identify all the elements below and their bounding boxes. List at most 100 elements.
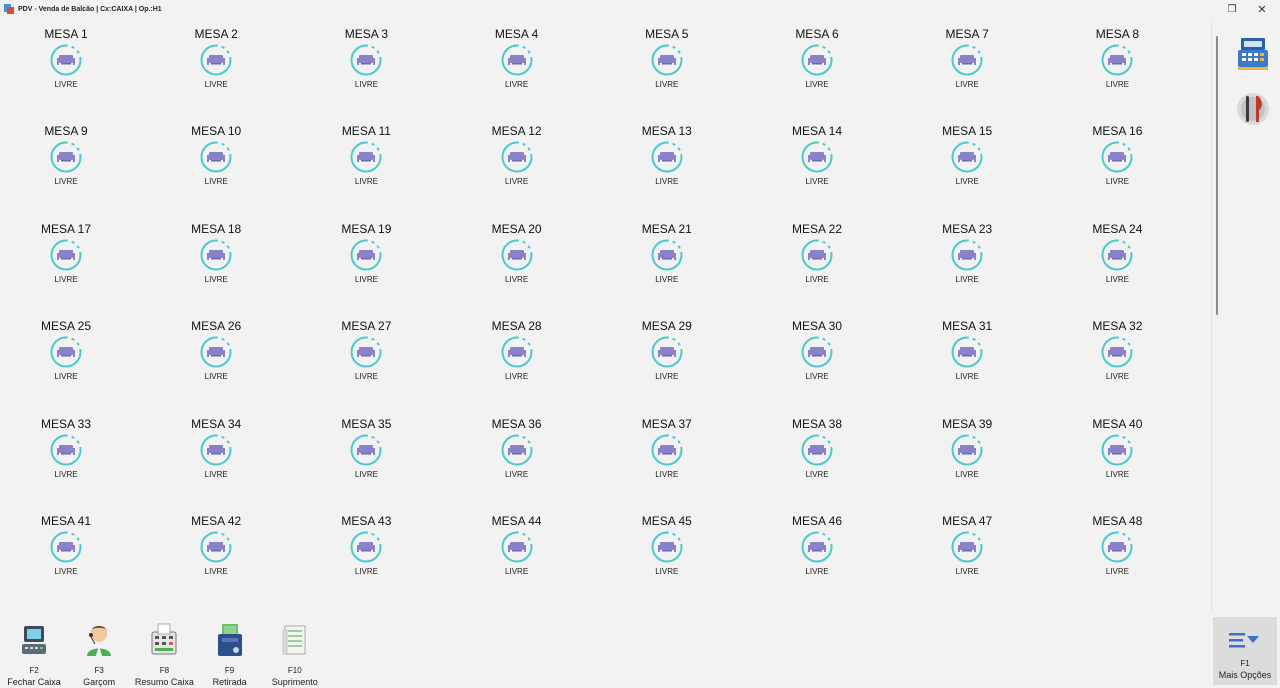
table-status: LIVRE xyxy=(354,372,378,382)
table-status: LIVRE xyxy=(805,274,829,284)
title-bar: PDV - Venda de Balcão | Cx:CAIXA | Op.:H… xyxy=(0,0,1280,18)
restore-button[interactable]: ❐ xyxy=(1218,0,1246,18)
table-tile[interactable]: MESA 5 LIVRE xyxy=(607,22,727,102)
table-tile[interactable]: MESA 32 LIVRE xyxy=(1057,314,1177,394)
table-status: LIVRE xyxy=(1105,469,1129,479)
table-tile[interactable]: MESA 46 LIVRE xyxy=(757,509,877,589)
table-status: LIVRE xyxy=(505,177,529,187)
function-key-f8[interactable]: F8 Resumo Caixa xyxy=(131,620,197,688)
table-tile[interactable]: MESA 15 LIVRE xyxy=(907,119,1027,199)
function-key-label: Retirada xyxy=(212,677,247,687)
table-icon xyxy=(801,239,833,271)
table-status: LIVRE xyxy=(805,177,829,187)
table-name: MESA 25 xyxy=(40,319,92,334)
table-icon xyxy=(951,141,983,173)
table-tile[interactable]: MESA 27 LIVRE xyxy=(306,314,426,394)
table-tile[interactable]: MESA 7 LIVRE xyxy=(907,22,1027,102)
function-key-code: F10 xyxy=(287,666,302,675)
table-status: LIVRE xyxy=(204,372,228,382)
vertical-scrollbar[interactable] xyxy=(1216,36,1218,315)
table-name: MESA 22 xyxy=(791,221,843,236)
table-icon xyxy=(350,141,382,173)
table-tile[interactable]: MESA 2 LIVRE xyxy=(156,22,276,102)
table-tile[interactable]: MESA 25 LIVRE xyxy=(6,314,126,394)
table-icon xyxy=(50,44,82,76)
table-icon xyxy=(50,531,82,563)
table-tile[interactable]: MESA 14 LIVRE xyxy=(757,119,877,199)
restaurant-button[interactable] xyxy=(1234,90,1272,128)
table-tile[interactable]: MESA 40 LIVRE xyxy=(1057,412,1177,492)
table-tile[interactable]: MESA 29 LIVRE xyxy=(607,314,727,394)
function-key-f10[interactable]: F10 Suprimento xyxy=(262,620,328,688)
table-tile[interactable]: MESA 6 LIVRE xyxy=(757,22,877,102)
table-tile[interactable]: MESA 41 LIVRE xyxy=(6,509,126,589)
table-name: MESA 48 xyxy=(1092,514,1143,528)
table-tile[interactable]: MESA 17 LIVRE xyxy=(6,217,126,297)
table-icon xyxy=(651,44,683,76)
table-tile[interactable]: MESA 9 LIVRE xyxy=(6,119,126,199)
table-tile[interactable]: MESA 44 LIVRE xyxy=(457,509,577,589)
table-tile[interactable]: MESA 18 LIVRE xyxy=(156,217,276,297)
table-status: LIVRE xyxy=(54,274,78,284)
table-name: MESA 42 xyxy=(191,514,242,528)
table-tile[interactable]: MESA 38 LIVRE xyxy=(757,412,877,492)
table-tile[interactable]: MESA 3 LIVRE xyxy=(306,22,426,102)
table-tile[interactable]: MESA 26 LIVRE xyxy=(156,314,276,394)
table-icon xyxy=(801,434,833,466)
table-name: MESA 39 xyxy=(942,416,993,431)
table-tile[interactable]: MESA 28 LIVRE xyxy=(457,314,577,394)
table-status: LIVRE xyxy=(505,372,529,382)
table-tile[interactable]: MESA 42 LIVRE xyxy=(156,509,276,589)
table-status: LIVRE xyxy=(655,177,679,187)
table-icon xyxy=(951,336,983,368)
table-name: MESA 1 xyxy=(44,27,88,41)
table-tile[interactable]: MESA 34 LIVRE xyxy=(156,412,276,492)
table-tile[interactable]: MESA 48 LIVRE xyxy=(1057,509,1177,589)
table-tile[interactable]: MESA 22 LIVRE xyxy=(757,217,877,297)
table-tile[interactable]: MESA 13 LIVRE xyxy=(607,119,727,199)
table-tile[interactable]: MESA 11 LIVRE xyxy=(306,119,426,199)
cash-withdraw-icon xyxy=(217,624,242,656)
table-tile[interactable]: MESA 16 LIVRE xyxy=(1057,119,1177,199)
cash-register-icon xyxy=(1238,38,1268,70)
table-status: LIVRE xyxy=(354,274,378,284)
function-key-f3[interactable]: F3 Garçom xyxy=(66,620,132,688)
table-status: LIVRE xyxy=(955,80,979,89)
table-tile[interactable]: MESA 8 LIVRE xyxy=(1057,22,1177,102)
table-tile[interactable]: MESA 4 LIVRE xyxy=(457,22,577,102)
table-tile[interactable]: MESA 23 LIVRE xyxy=(907,217,1027,297)
table-icon xyxy=(200,239,232,271)
table-name: MESA 37 xyxy=(641,416,692,431)
table-status: LIVRE xyxy=(204,567,228,576)
table-tile[interactable]: MESA 1 LIVRE xyxy=(6,22,126,102)
table-tile[interactable]: MESA 36 LIVRE xyxy=(457,412,577,492)
table-tile[interactable]: MESA 37 LIVRE xyxy=(607,412,727,492)
table-icon xyxy=(501,434,533,466)
table-tile[interactable]: MESA 24 LIVRE xyxy=(1057,217,1177,297)
function-keys-bar: F2 Fechar Caixa F3 Garçom F8 Resumo Caix… xyxy=(0,612,1280,688)
table-status: LIVRE xyxy=(955,469,979,479)
cash-register-button[interactable] xyxy=(1234,34,1272,72)
table-status: LIVRE xyxy=(505,80,529,89)
table-tile[interactable]: MESA 43 LIVRE xyxy=(306,509,426,589)
table-status: LIVRE xyxy=(204,80,228,89)
table-tile[interactable]: MESA 31 LIVRE xyxy=(907,314,1027,394)
table-tile[interactable]: MESA 45 LIVRE xyxy=(607,509,727,589)
table-tile[interactable]: MESA 21 LIVRE xyxy=(607,217,727,297)
table-tile[interactable]: MESA 12 LIVRE xyxy=(457,119,577,199)
close-button[interactable]: ✕ xyxy=(1248,0,1276,18)
table-tile[interactable]: MESA 10 LIVRE xyxy=(156,119,276,199)
table-tile[interactable]: MESA 39 LIVRE xyxy=(907,412,1027,492)
table-tile[interactable]: MESA 35 LIVRE xyxy=(306,412,426,492)
function-key-f2[interactable]: F2 Fechar Caixa xyxy=(1,620,67,688)
more-options-label: Mais Opções xyxy=(1218,670,1272,680)
more-options-button[interactable]: F1 Mais Opções xyxy=(1213,617,1277,685)
table-icon xyxy=(651,239,683,271)
table-tile[interactable]: MESA 47 LIVRE xyxy=(907,509,1027,589)
table-tile[interactable]: MESA 20 LIVRE xyxy=(457,217,577,297)
function-key-f9[interactable]: F9 Retirada xyxy=(197,620,263,688)
table-name: MESA 41 xyxy=(40,514,92,528)
table-tile[interactable]: MESA 33 LIVRE xyxy=(6,412,126,492)
table-tile[interactable]: MESA 19 LIVRE xyxy=(306,217,426,297)
table-tile[interactable]: MESA 30 LIVRE xyxy=(757,314,877,394)
